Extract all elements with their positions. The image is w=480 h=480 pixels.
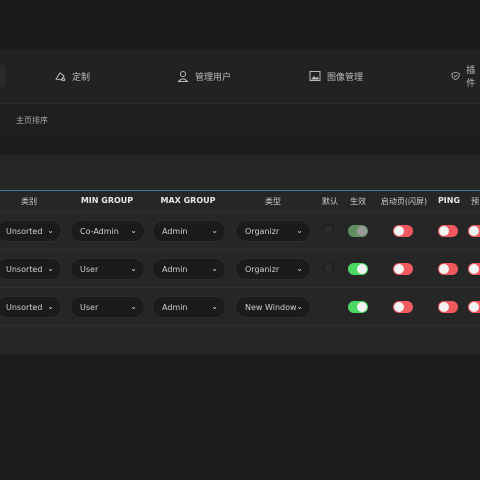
user-icon: [177, 71, 189, 82]
max-group-value: Admin: [162, 226, 188, 236]
min-group-value: Co-Admin: [80, 226, 119, 236]
active-toggle[interactable]: [348, 263, 368, 275]
section-header[interactable]: [0, 103, 480, 140]
tab-label: 管理用户: [195, 72, 232, 83]
category-value: Unsorted: [6, 264, 43, 274]
chevron-down-icon: ⌄: [130, 226, 137, 235]
min-group-select[interactable]: Co-Admin ⌄: [70, 220, 145, 242]
toggle-knob: [469, 302, 479, 312]
category-select[interactable]: Unsorted ⌄: [0, 220, 62, 242]
tab-manage-users[interactable]: 管理用户: [177, 66, 231, 86]
category-select[interactable]: Unsorted ⌄: [0, 258, 62, 280]
plugin-icon: [451, 71, 460, 81]
chevron-down-icon: ⌄: [47, 264, 54, 273]
ping-toggle[interactable]: [438, 301, 458, 313]
chevron-down-icon: ⌄: [211, 302, 218, 311]
splash-toggle[interactable]: [393, 263, 413, 275]
image-icon: [309, 71, 321, 81]
splash-toggle[interactable]: [393, 225, 413, 237]
section-title: 主页排序: [16, 116, 48, 125]
max-group-select[interactable]: Admin ⌄: [152, 220, 226, 242]
column-header-type: 类型: [265, 197, 281, 206]
column-header-active: 生效: [350, 197, 366, 206]
column-header-ping: PING: [437, 196, 461, 205]
column-header-splash: 启动页(闪屏): [380, 197, 428, 206]
row-divider: [0, 287, 480, 288]
max-group-value: Admin: [162, 264, 188, 274]
toggle-knob: [394, 264, 404, 274]
table-header-line: [0, 190, 480, 191]
toggle-knob: [394, 226, 404, 236]
preview-toggle[interactable]: [468, 263, 480, 275]
type-value: Organizr: [245, 226, 280, 236]
column-header-max-group: MAX GROUP: [160, 196, 216, 205]
toggle-knob: [357, 264, 367, 274]
toggle-knob: [469, 264, 479, 274]
type-value: Organizr: [245, 264, 280, 274]
tab-scroll-cap[interactable]: [0, 64, 6, 88]
row-divider: [0, 325, 480, 326]
ping-toggle[interactable]: [438, 263, 458, 275]
tab-label: 图像管理: [327, 72, 364, 83]
chevron-down-icon: ⌄: [296, 226, 303, 235]
toggle-knob: [357, 226, 367, 236]
chevron-down-icon: ⌄: [296, 302, 303, 311]
toggle-knob: [439, 226, 449, 236]
row-divider: [0, 212, 480, 213]
customize-icon: [55, 72, 66, 82]
default-radio[interactable]: [323, 262, 334, 273]
min-group-value: User: [80, 302, 99, 312]
preview-toggle[interactable]: [468, 301, 480, 313]
type-select[interactable]: Organizr ⌄: [235, 258, 311, 280]
tab-label: 插件: [466, 66, 476, 89]
splash-toggle[interactable]: [393, 301, 413, 313]
preview-toggle[interactable]: [468, 225, 480, 237]
column-header-default: 默认: [322, 197, 338, 206]
toggle-knob: [439, 302, 449, 312]
chevron-down-icon: ⌄: [211, 264, 218, 273]
chevron-down-icon: ⌄: [130, 264, 137, 273]
top-bar: [0, 0, 480, 50]
row-divider: [0, 249, 480, 250]
type-select[interactable]: Organizr ⌄: [235, 220, 311, 242]
category-select[interactable]: Unsorted ⌄: [0, 296, 62, 318]
column-header-preview: 预: [471, 197, 479, 206]
max-group-value: Admin: [162, 302, 188, 312]
toggle-knob: [469, 226, 479, 236]
active-toggle[interactable]: [348, 301, 368, 313]
toggle-knob: [394, 302, 404, 312]
category-value: Unsorted: [6, 226, 43, 236]
min-group-select[interactable]: User ⌄: [70, 296, 145, 318]
tab-customize[interactable]: 定制: [54, 66, 90, 86]
toggle-knob: [439, 264, 449, 274]
max-group-select[interactable]: Admin ⌄: [152, 296, 226, 318]
tab-label: 定制: [72, 72, 91, 83]
chevron-down-icon: ⌄: [130, 302, 137, 311]
chevron-down-icon: ⌄: [47, 302, 54, 311]
type-value: New Window: [245, 302, 297, 312]
tab-image-manager[interactable]: 图像管理: [309, 66, 363, 86]
section-spacer: [0, 139, 480, 155]
category-value: Unsorted: [6, 302, 43, 312]
default-radio[interactable]: [323, 224, 334, 235]
min-group-select[interactable]: User ⌄: [70, 258, 145, 280]
type-select[interactable]: New Window ⌄: [235, 296, 311, 318]
chevron-down-icon: ⌄: [296, 264, 303, 273]
tab-plugins[interactable]: 插件: [451, 66, 480, 89]
bottom-area: [0, 355, 480, 480]
min-group-value: User: [80, 264, 99, 274]
column-header-min-group: MIN GROUP: [80, 196, 134, 205]
column-header-category: 类别: [21, 197, 37, 206]
toggle-knob: [357, 302, 367, 312]
ping-toggle[interactable]: [438, 225, 458, 237]
active-toggle[interactable]: [348, 225, 368, 237]
max-group-select[interactable]: Admin ⌄: [152, 258, 226, 280]
chevron-down-icon: ⌄: [47, 226, 54, 235]
chevron-down-icon: ⌄: [211, 226, 218, 235]
